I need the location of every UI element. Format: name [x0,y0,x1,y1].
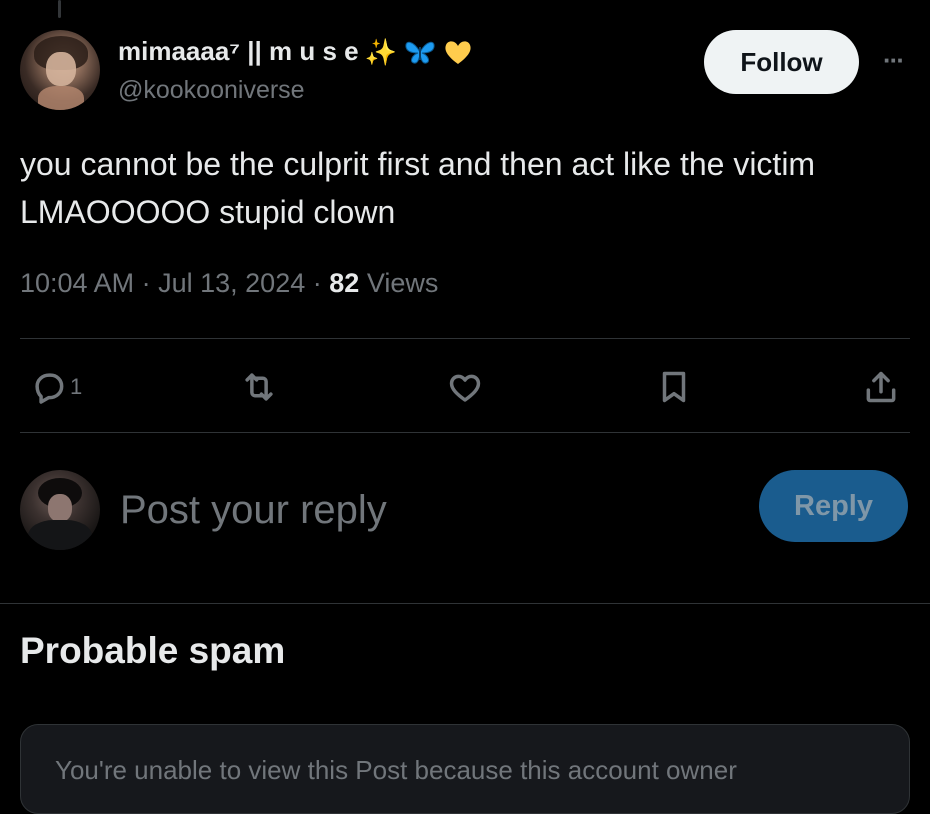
repost-action[interactable] [240,366,278,408]
post-header: mimaaaa⁷ || m u s e ✨ @kookooniverse Fol… [20,30,910,110]
user-avatar-body [28,520,92,550]
more-options-icon[interactable]: ··· [876,47,910,73]
author-handle[interactable]: @kookooniverse [118,76,305,105]
user-avatar[interactable] [20,470,100,550]
repost-icon [245,373,273,401]
like-icon [449,374,481,402]
avatar-neck [38,86,84,110]
divider-actions [20,432,910,433]
author-avatar[interactable] [20,30,100,110]
probable-spam-heading: Probable spam [20,630,286,671]
bookmark-action[interactable] [655,366,693,408]
post-time[interactable]: 10:04 AM [20,268,134,298]
divider-top [20,338,910,339]
like-action[interactable] [446,366,484,408]
post-text-line-2: LMAOOOOO stupid clown [20,194,396,230]
share-action[interactable] [862,366,900,408]
post-metadata: 10:04 AM · Jul 13, 2024 · 82 Views [20,268,438,299]
reply-button[interactable]: Reply [759,470,908,542]
butterfly-emoji-icon [405,41,435,64]
post-text: you cannot be the culprit first and then… [20,140,920,236]
divider-section [0,603,930,604]
reply-count: 1 [70,374,83,399]
views-label: Views [366,268,439,298]
follow-button[interactable]: Follow [704,30,859,94]
reply-composer: Reply [20,470,910,550]
user-avatar-face [48,494,72,522]
post-text-line-1: you cannot be the culprit first and then… [20,146,816,182]
author-display-name[interactable]: mimaaaa⁷ || m u s e ✨ [118,36,473,67]
thread-connector-line [58,0,61,18]
share-icon [866,371,896,403]
post-date[interactable]: Jul 13, 2024 [158,268,305,298]
bookmark-icon [662,371,686,403]
author-display-name-text[interactable]: mimaaaa⁷ || m u s e [118,36,359,67]
reply-icon [35,373,64,404]
meta-separator: · [141,268,151,298]
reply-input[interactable] [120,480,720,540]
avatar-face [46,52,76,86]
yellow-heart-emoji-icon [445,40,471,64]
meta-separator: · [312,268,322,298]
spam-notice-box: You're unable to view this Post because … [20,724,910,814]
views-count: 82 [329,268,360,298]
reply-action[interactable]: 1 [30,366,82,408]
sparkles-emoji-icon: ✨ [364,36,397,67]
